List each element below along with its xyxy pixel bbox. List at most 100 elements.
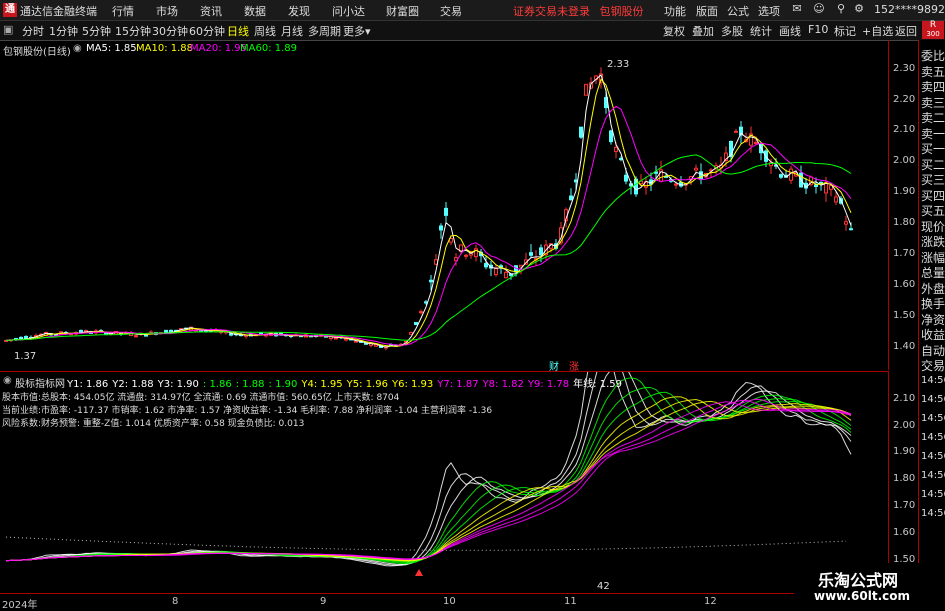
candlestick-svg: [4, 67, 853, 351]
quote-field-label: 卖四: [921, 80, 945, 94]
quote-field-label: 卖一: [921, 126, 945, 141]
panel-corner-badge[interactable]: R 300: [922, 21, 944, 39]
pin-icon[interactable]: ⚲: [834, 2, 848, 16]
axis-tick: 2.00: [893, 420, 916, 431]
ma-settings-icon[interactable]: ◉: [73, 43, 82, 54]
candle-body: [414, 322, 418, 325]
candle-body: [464, 254, 468, 257]
period-tab[interactable]: 5分钟: [82, 23, 111, 39]
ma10-line: [5, 78, 852, 347]
candle-body: [484, 263, 488, 268]
menu-item[interactable]: 发现: [288, 3, 310, 19]
statistics-button[interactable]: 统计: [750, 23, 772, 39]
period-tab-daily[interactable]: 日线: [227, 23, 249, 39]
period-tab[interactable]: 周线: [254, 23, 276, 39]
adjust-button[interactable]: 复权: [663, 23, 685, 39]
menu-item[interactable]: 资讯: [200, 3, 222, 19]
menu-item[interactable]: 行情: [112, 3, 134, 19]
overlay-button[interactable]: 叠加: [692, 23, 714, 39]
candle-body: [144, 334, 148, 337]
add-watchlist-button[interactable]: +自选: [862, 23, 893, 39]
chart-type-icon[interactable]: ▣: [3, 23, 13, 36]
axis-tick: 1.80: [893, 473, 916, 484]
candle-body: [789, 168, 793, 181]
menu-item[interactable]: 交易: [440, 3, 462, 19]
menu-item-formula[interactable]: 公式: [727, 3, 749, 19]
period-tab[interactable]: 30分钟: [152, 23, 188, 39]
menu-item-options[interactable]: 选项: [758, 3, 780, 19]
stock-name-link[interactable]: 包钢股份: [600, 5, 644, 18]
quote-field-label: 涨跌: [921, 235, 945, 249]
settings-icon[interactable]: ⚙: [852, 2, 866, 16]
more-dropdown[interactable]: 更多▾: [343, 23, 371, 39]
candle-body: [419, 311, 423, 314]
period-tab[interactable]: 分时: [22, 23, 44, 39]
menu-item[interactable]: 财富圈: [386, 3, 419, 19]
date-label: 12: [704, 596, 717, 607]
period-tab[interactable]: 60分钟: [189, 23, 225, 39]
trade-time: 14:56: [921, 374, 945, 386]
menu-item[interactable]: 数据: [244, 3, 266, 19]
trade-login-warning[interactable]: 证券交易未登录 包钢股份: [513, 3, 644, 19]
period-tab[interactable]: 15分钟: [115, 23, 151, 39]
indicator-value: Y2: 1.88: [112, 379, 154, 390]
trade-time: 14:56: [921, 393, 945, 405]
mail-icon[interactable]: ✉: [790, 2, 804, 16]
menu-item-function[interactable]: 功能: [664, 3, 686, 19]
candle-body: [344, 338, 348, 341]
warning-text[interactable]: 证券交易未登录: [513, 5, 590, 18]
axis-tick: 2.10: [893, 393, 916, 404]
quote-field-label: 总量: [921, 266, 945, 280]
indicator-value: 年线: 1.59: [573, 379, 622, 390]
user-icon[interactable]: ☺: [812, 2, 826, 16]
app-title: 通达信金融终端: [20, 5, 97, 18]
quote-field-label: 涨幅: [921, 250, 945, 265]
candle-body: [504, 271, 508, 279]
ma20-label: MA20: 1.95: [190, 43, 248, 54]
menu-item[interactable]: 市场: [156, 3, 178, 19]
axis-tick: 1.60: [893, 527, 916, 538]
indicator-value: Y7: 1.87: [437, 379, 479, 390]
indicator-value: Y8: 1.82: [482, 379, 524, 390]
candle-body: [444, 207, 448, 216]
candle-body: [529, 252, 533, 256]
quote-field-label: 卖三: [921, 95, 945, 110]
period-tab[interactable]: 1分钟: [49, 23, 78, 39]
quote-field-label: 买三: [921, 173, 945, 187]
quote-field-label: 现价: [921, 219, 945, 234]
candle-body: [674, 183, 678, 186]
menu-bar: 通 通达信金融终端 行情 市场 资讯 数据 发现 问小达 财富圈 交易 证券交易…: [0, 0, 945, 21]
period-tab[interactable]: 多周期: [308, 23, 341, 39]
back-button[interactable]: 返回: [895, 23, 917, 39]
f10-button[interactable]: F10: [808, 23, 828, 36]
axis-tick: 2.10: [893, 124, 916, 135]
indicator-chart[interactable]: ◉ 股标指标网 Y1: 1.86 Y2: 1.88 Y3: 1.90: 1.86: …: [0, 331, 888, 593]
divider: [0, 371, 888, 372]
ma5-line: [5, 74, 852, 348]
more-label: 更多: [343, 25, 365, 38]
axis-tick: 2.20: [893, 94, 916, 105]
draw-line-button[interactable]: 画线: [779, 23, 801, 39]
menu-item[interactable]: 问小达: [332, 3, 365, 19]
candle-body: [694, 167, 698, 171]
period-tab[interactable]: 月线: [281, 23, 303, 39]
indicator-values: Y1: 1.86 Y2: 1.88 Y3: 1.90: 1.86: 1.88: 1.…: [67, 375, 626, 390]
info-line-risk: 风险系数:财务预警: 重整-Z值: 1.014 优质资产率: 0.58 现金负债…: [2, 419, 305, 429]
corner-sub: 300: [926, 30, 940, 38]
candlestick-chart[interactable]: 包钢股份(日线) ◉ MA5: 1.85 MA10: 1.88 MA20: 1.…: [0, 40, 888, 373]
menu-item-layout[interactable]: 版面: [696, 3, 718, 19]
indicator-settings-icon[interactable]: ◉: [3, 375, 12, 386]
candle-body: [134, 335, 138, 338]
date-label: 8: [172, 596, 179, 607]
multi-stock-button[interactable]: 多股: [721, 23, 743, 39]
indicator-value: : 1.86: [202, 379, 232, 390]
trade-time: 14:56: [921, 469, 945, 481]
corner-label: R: [929, 20, 937, 30]
price-axis: 2.30 2.20 2.10 2.00 1.90 1.80 1.70 1.60 …: [888, 40, 919, 370]
quote-field-label: 卖五: [921, 64, 945, 79]
user-account[interactable]: 152****9892: [874, 3, 945, 16]
axis-tick: 2.00: [893, 155, 916, 166]
mark-button[interactable]: 标记: [834, 23, 856, 39]
axis-tick: 2.30: [893, 63, 916, 74]
trade-time: 14:56: [921, 488, 945, 500]
